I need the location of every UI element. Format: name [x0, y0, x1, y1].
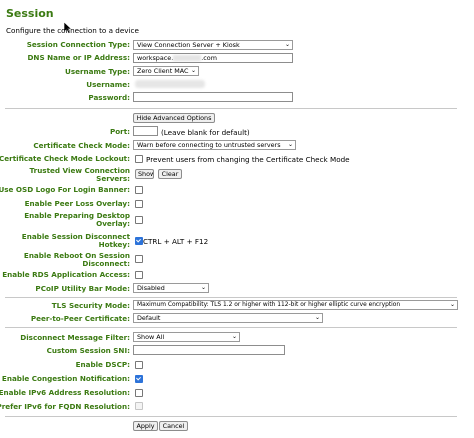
cancel-button[interactable]: Cancel	[159, 421, 188, 431]
congestion-label: Enable Congestion Notification:	[1, 374, 130, 383]
dns-input[interactable]: workspace. .com	[133, 53, 293, 63]
username-redacted	[135, 80, 205, 88]
redacted-text	[173, 55, 202, 61]
username-type-select[interactable]: Zero Client MAC ⌄	[133, 66, 199, 76]
divider	[5, 297, 457, 298]
username-label: Username:	[86, 80, 130, 89]
chevron-down-icon: ⌄	[449, 301, 455, 308]
session-type-label: Session Connection Type:	[26, 40, 130, 49]
password-label: Password:	[88, 93, 130, 102]
reboot-disconnect-checkbox[interactable]	[135, 255, 143, 263]
dns-value-prefix: workspace.	[137, 54, 174, 62]
chevron-down-icon: ⌄	[284, 41, 290, 48]
cert-check-select[interactable]: Warn before connecting to untrusted serv…	[133, 140, 296, 150]
cert-lockout-text: Prevent users from changing the Certific…	[146, 155, 350, 164]
chevron-down-icon: ⌄	[190, 67, 196, 74]
disconnect-filter-select[interactable]: Show All ⌄	[133, 332, 240, 342]
session-type-value: View Connection Server + Kiosk	[137, 41, 240, 49]
ipv6-resolution-checkbox[interactable]	[135, 389, 143, 397]
custom-sni-label: Custom Session SNI:	[46, 346, 130, 355]
prefer-ipv6-checkbox[interactable]	[135, 402, 143, 410]
peer-cert-label: Peer-to-Peer Certificate:	[30, 314, 130, 323]
peer-loss-label: Enable Peer Loss Overlay:	[24, 199, 130, 208]
dscp-label: Enable DSCP:	[75, 360, 130, 369]
clear-button[interactable]: Clear	[158, 169, 182, 179]
osd-logo-checkbox[interactable]	[135, 186, 143, 194]
trusted-servers-label: Trusted View Connection Servers:	[29, 166, 130, 183]
peer-cert-select[interactable]: Default ⌄	[133, 313, 323, 323]
port-input[interactable]	[133, 126, 158, 136]
peer-loss-checkbox[interactable]	[135, 200, 143, 208]
dns-label: DNS Name or IP Address:	[27, 53, 130, 62]
prefer-ipv6-label: Prefer IPv6 for FQDN Resolution:	[0, 402, 130, 411]
utility-bar-select[interactable]: Disabled ⌄	[133, 283, 209, 293]
cert-lockout-checkbox[interactable]	[135, 155, 143, 163]
disconnect-hotkey-checkbox[interactable]	[135, 237, 143, 245]
peer-cert-value: Default	[137, 314, 161, 322]
password-input[interactable]	[133, 92, 293, 102]
disconnect-filter-value: Show All	[137, 333, 165, 341]
preparing-desktop-checkbox[interactable]	[135, 216, 143, 224]
rds-access-label: Enable RDS Application Access:	[2, 270, 130, 279]
osd-logo-label: Use OSD Logo For Login Banner:	[0, 185, 130, 194]
tls-mode-select[interactable]: Maximum Compatibility: TLS 1.2 or higher…	[133, 300, 458, 310]
username-type-value: Zero Client MAC	[137, 67, 189, 75]
congestion-checkbox[interactable]	[135, 375, 143, 383]
page-title: Session	[6, 7, 54, 20]
utility-bar-value: Disabled	[137, 284, 165, 292]
port-label: Port:	[109, 127, 130, 136]
dscp-checkbox[interactable]	[135, 361, 143, 369]
apply-button[interactable]: Apply	[133, 421, 158, 431]
tls-mode-label: TLS Security Mode:	[51, 301, 130, 310]
username-type-label: Username Type:	[65, 67, 130, 76]
divider	[5, 108, 457, 109]
chevron-down-icon: ⌄	[200, 284, 206, 291]
disconnect-hotkey-text: CTRL + ALT + F12	[143, 237, 209, 246]
hide-advanced-button[interactable]: Hide Advanced Options	[133, 113, 215, 123]
cert-check-label: Certificate Check Mode:	[33, 141, 130, 150]
ipv6-resolution-label: Enable IPv6 Address Resolution:	[0, 388, 130, 397]
rds-access-checkbox[interactable]	[135, 271, 143, 279]
show-button[interactable]: Show	[135, 169, 154, 179]
cert-lockout-label: Certificate Check Mode Lockout:	[0, 154, 130, 163]
session-type-select[interactable]: View Connection Server + Kiosk ⌄	[133, 40, 293, 50]
utility-bar-label: PCoIP Utility Bar Mode:	[35, 284, 130, 293]
tls-mode-value: Maximum Compatibility: TLS 1.2 or higher…	[137, 302, 401, 308]
chevron-down-icon: ⌄	[314, 314, 320, 321]
port-hint: (Leave blank for default)	[161, 128, 250, 137]
dns-value-suffix: .com	[201, 54, 217, 62]
preparing-desktop-label: Enable Preparing Desktop Overlay:	[24, 211, 130, 228]
reboot-disconnect-label: Enable Reboot On Session Disconnect:	[23, 251, 130, 268]
page-subtitle: Configure the connection to a device	[6, 26, 139, 35]
disconnect-filter-label: Disconnect Message Filter:	[20, 333, 130, 342]
divider	[5, 327, 457, 328]
disconnect-hotkey-label: Enable Session Disconnect Hotkey:	[21, 232, 130, 249]
chevron-down-icon: ⌄	[231, 333, 237, 340]
cert-check-value: Warn before connecting to untrusted serv…	[137, 141, 281, 149]
chevron-down-icon: ⌄	[287, 141, 293, 148]
custom-sni-input[interactable]	[133, 345, 285, 355]
divider	[5, 416, 457, 417]
